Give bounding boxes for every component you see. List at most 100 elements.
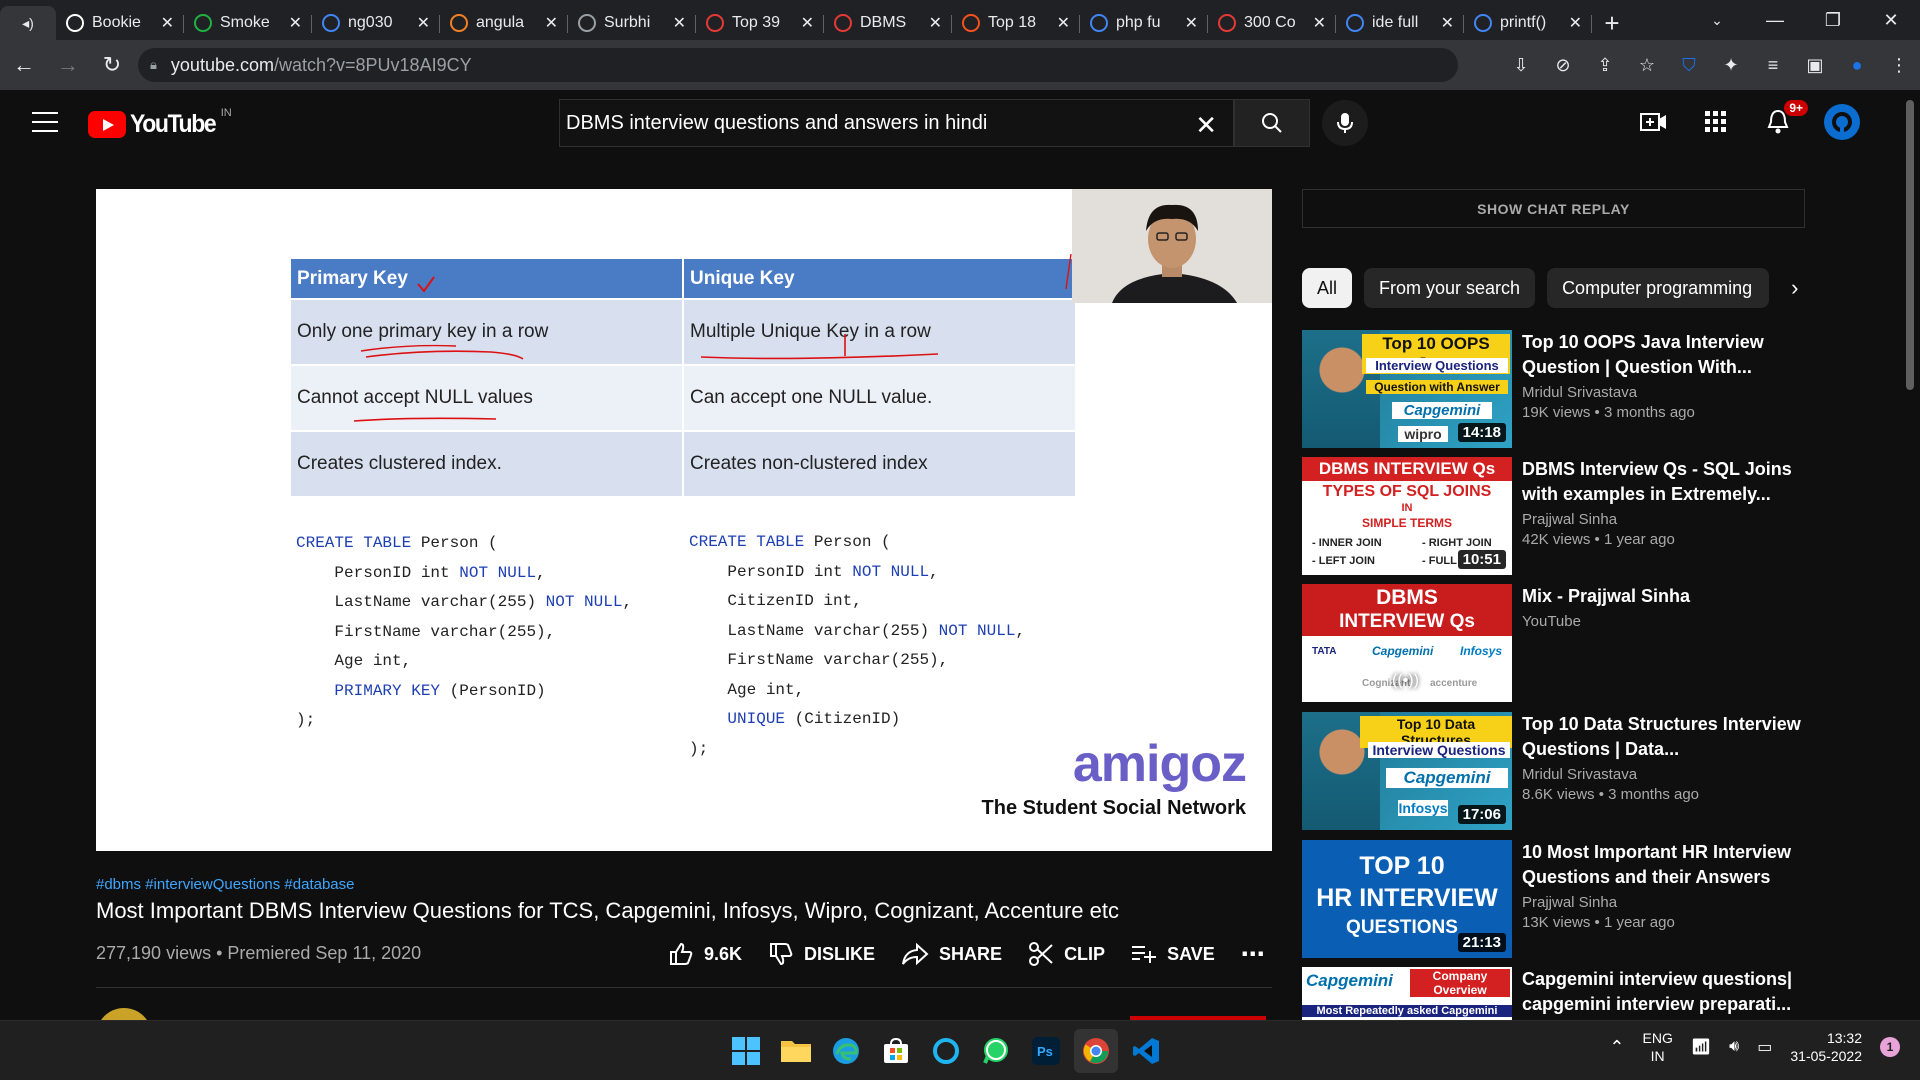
notification-center-badge[interactable]: 1 bbox=[1880, 1037, 1900, 1057]
lock-icon[interactable]: 🔒︎ bbox=[150, 57, 157, 73]
close-tab-icon[interactable]: ✕ bbox=[161, 13, 174, 33]
clip-button[interactable]: CLIP bbox=[1028, 941, 1105, 967]
rec-title[interactable]: Top 10 Data Structures Interview Questio… bbox=[1522, 712, 1812, 762]
language-indicator[interactable]: ENG IN bbox=[1643, 1029, 1673, 1065]
minimize-button[interactable]: — bbox=[1746, 0, 1804, 40]
tab-search-icon[interactable]: ⌄ bbox=[1688, 0, 1746, 40]
like-button[interactable]: 9.6K bbox=[668, 941, 742, 967]
video-thumbnail[interactable]: Capgemini Company Overview Most Repeated… bbox=[1302, 967, 1512, 1020]
browser-tab[interactable]: Top 18 ✕ bbox=[952, 6, 1080, 40]
chip-from-your-search[interactable]: From your search bbox=[1364, 268, 1536, 308]
recommendation-item[interactable]: Top 10 Data Structures Interview Questio… bbox=[1302, 712, 1812, 830]
bookmark-star-icon[interactable]: ☆ bbox=[1636, 55, 1658, 76]
tracking-blocked-icon[interactable]: ⊘ bbox=[1552, 55, 1574, 76]
puzzle-extensions-icon[interactable]: ✦ bbox=[1720, 55, 1742, 76]
cortana-icon[interactable] bbox=[924, 1029, 968, 1073]
back-button[interactable]: ← bbox=[4, 45, 44, 85]
search-input[interactable]: DBMS interview questions and answers in … bbox=[559, 99, 1234, 147]
browser-tab[interactable]: ide full ✕ bbox=[1336, 6, 1464, 40]
rec-title[interactable]: Top 10 OOPS Java Interview Question | Qu… bbox=[1522, 330, 1812, 380]
rec-channel[interactable]: Mridul Srivastava bbox=[1522, 384, 1812, 401]
video-thumbnail[interactable]: DBMS INTERVIEW Qs TYPES OF SQL JOINS IN … bbox=[1302, 457, 1512, 575]
rec-channel[interactable]: Prajjwal Sinha bbox=[1522, 511, 1812, 528]
edge-browser-icon[interactable] bbox=[824, 1029, 868, 1073]
browser-tab[interactable]: php fu ✕ bbox=[1080, 6, 1208, 40]
share-icon[interactable]: ⇪ bbox=[1594, 55, 1616, 76]
reload-button[interactable]: ↻ bbox=[92, 45, 132, 85]
microsoft-store-icon[interactable] bbox=[874, 1029, 918, 1073]
page-scrollbar[interactable] bbox=[1906, 100, 1914, 390]
close-tab-icon[interactable]: ✕ bbox=[545, 13, 558, 33]
close-tab-icon[interactable]: ✕ bbox=[289, 13, 302, 33]
browser-tab[interactable]: Smoke ✕ bbox=[184, 6, 312, 40]
video-hashtags[interactable]: #dbms #interviewQuestions #database bbox=[96, 876, 355, 893]
battery-icon[interactable]: ▭ bbox=[1757, 1037, 1772, 1057]
create-video-icon[interactable] bbox=[1638, 106, 1670, 138]
tab-media-control[interactable]: ◂) bbox=[0, 6, 56, 40]
forward-button[interactable]: → bbox=[48, 45, 88, 85]
video-thumbnail[interactable]: Top 10 Data Structures Interview Questio… bbox=[1302, 712, 1512, 830]
recommendation-item[interactable]: Top 10 OOPS Java Interview Questions Que… bbox=[1302, 330, 1812, 448]
apps-grid-icon[interactable] bbox=[1700, 106, 1732, 138]
vscode-icon[interactable] bbox=[1124, 1029, 1168, 1073]
chip-computer-programming[interactable]: Computer programming bbox=[1547, 268, 1770, 308]
browser-tab[interactable]: Bookie ✕ bbox=[56, 6, 184, 40]
photoshop-icon[interactable]: Ps bbox=[1024, 1029, 1068, 1073]
profile-icon[interactable]: ● bbox=[1846, 55, 1868, 76]
rec-title[interactable]: DBMS Interview Qs - SQL Joins with examp… bbox=[1522, 457, 1812, 507]
close-window-button[interactable]: ✕ bbox=[1862, 0, 1920, 40]
close-tab-icon[interactable]: ✕ bbox=[1313, 13, 1326, 33]
chevron-right-icon[interactable]: › bbox=[1791, 275, 1798, 301]
shield-extension-icon[interactable]: ⛉ bbox=[1678, 55, 1700, 76]
rec-title[interactable]: 10 Most Important HR Interview Questions… bbox=[1522, 840, 1812, 890]
close-tab-icon[interactable]: ✕ bbox=[417, 13, 430, 33]
browser-tab[interactable]: Surbhi ✕ bbox=[568, 6, 696, 40]
chevron-up-icon[interactable]: ⌃ bbox=[1609, 1037, 1624, 1058]
youtube-logo[interactable]: YouTube IN bbox=[88, 107, 232, 139]
new-tab-button[interactable]: + bbox=[1592, 6, 1632, 40]
voice-search-button[interactable] bbox=[1322, 100, 1368, 146]
close-tab-icon[interactable]: ✕ bbox=[1057, 13, 1070, 33]
recommendation-item[interactable]: DBMS INTERVIEW Qs TATA Capgemini Infosys… bbox=[1302, 584, 1812, 702]
windows-start-icon[interactable] bbox=[724, 1029, 768, 1073]
close-tab-icon[interactable]: ✕ bbox=[929, 13, 942, 33]
show-chat-replay-button[interactable]: SHOW CHAT REPLAY bbox=[1302, 189, 1805, 228]
save-button[interactable]: SAVE bbox=[1131, 943, 1215, 965]
account-avatar[interactable] bbox=[1824, 104, 1860, 140]
share-button[interactable]: SHARE bbox=[901, 942, 1002, 966]
dislike-button[interactable]: DISLIKE bbox=[768, 941, 875, 967]
video-thumbnail[interactable]: DBMS INTERVIEW Qs TATA Capgemini Infosys… bbox=[1302, 584, 1512, 702]
video-thumbnail[interactable]: Top 10 OOPS Java Interview Questions Que… bbox=[1302, 330, 1512, 448]
more-actions-icon[interactable]: ⋯ bbox=[1241, 940, 1266, 969]
browser-tab[interactable]: angula ✕ bbox=[440, 6, 568, 40]
chrome-menu-icon[interactable]: ⋮ bbox=[1888, 55, 1910, 76]
hamburger-menu-icon[interactable] bbox=[32, 112, 58, 132]
volume-icon[interactable]: 🔊︎ bbox=[1729, 1038, 1739, 1056]
recommendation-item[interactable]: DBMS INTERVIEW Qs TYPES OF SQL JOINS IN … bbox=[1302, 457, 1812, 575]
address-bar[interactable]: 🔒︎ youtube.com/watch?v=8PUv18AI9CY bbox=[138, 48, 1458, 82]
rec-channel[interactable]: YouTube bbox=[1522, 613, 1812, 630]
file-explorer-icon[interactable] bbox=[774, 1029, 818, 1073]
rec-title[interactable]: Mix - Prajjwal Sinha bbox=[1522, 584, 1812, 609]
wifi-icon[interactable]: 📶︎ bbox=[1691, 1037, 1711, 1057]
search-button[interactable] bbox=[1234, 99, 1310, 147]
close-tab-icon[interactable]: ✕ bbox=[1185, 13, 1198, 33]
close-tab-icon[interactable]: ✕ bbox=[1441, 13, 1454, 33]
video-thumbnail[interactable]: TOP 10 HR INTERVIEW QUESTIONS 21:13 bbox=[1302, 840, 1512, 958]
clear-search-icon[interactable]: ✕ bbox=[1195, 110, 1217, 141]
clock[interactable]: 13:32 31-05-2022 bbox=[1790, 1029, 1862, 1065]
rec-title[interactable]: Capgemini interview questions| capgemini… bbox=[1522, 967, 1812, 1017]
browser-tab[interactable]: 300 Co ✕ bbox=[1208, 6, 1336, 40]
video-player[interactable]: Primary Key Unique Key Only one primary … bbox=[96, 189, 1272, 851]
close-tab-icon[interactable]: ✕ bbox=[801, 13, 814, 33]
whatsapp-icon[interactable] bbox=[974, 1029, 1018, 1073]
rec-channel[interactable]: Mridul Srivastava bbox=[1522, 766, 1812, 783]
close-tab-icon[interactable]: ✕ bbox=[1569, 13, 1582, 33]
browser-tab[interactable]: printf() ✕ bbox=[1464, 6, 1592, 40]
chrome-icon[interactable] bbox=[1074, 1029, 1118, 1073]
restore-button[interactable]: ❐ bbox=[1804, 0, 1862, 40]
rec-channel[interactable]: Prajjwal Sinha bbox=[1522, 894, 1812, 911]
browser-tab[interactable]: DBMS ✕ bbox=[824, 6, 952, 40]
notifications-bell-icon[interactable]: 9+ bbox=[1762, 100, 1808, 138]
recommendation-item[interactable]: Capgemini Company Overview Most Repeated… bbox=[1302, 967, 1812, 1020]
